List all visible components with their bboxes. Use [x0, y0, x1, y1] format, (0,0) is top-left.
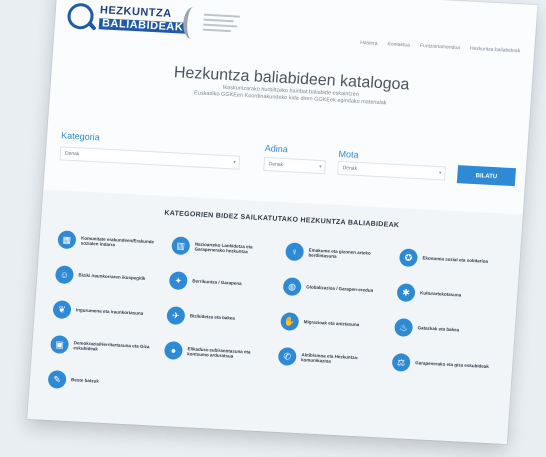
nav-how-it-works[interactable]: Funtzionamendua — [420, 43, 460, 51]
chevron-down-icon: ▾ — [232, 159, 236, 166]
category-label: Aktibismoa eta Hezkuntza-komunikazioa — [300, 351, 359, 364]
scales-icon: ⚖ — [391, 352, 411, 372]
category-label: Komunitate erakundeen/Erakunde sozialen … — [80, 235, 155, 248]
subject-label: Mota — [338, 148, 359, 160]
category-item[interactable]: ● Elikadura-subiranotasuna eta kontsumo a… — [163, 341, 265, 364]
search-button[interactable]: BILATU — [456, 165, 516, 187]
category-label: Ekonomia sozial eta solidarioa — [422, 255, 489, 265]
category-item[interactable]: ♨ Gatazkak eta bakea — [393, 318, 495, 341]
chevron-down-icon: ▾ — [318, 163, 322, 171]
categories-title: KATEGORIEN BIDEZ SAILKATUTAKO HEZKUNTZA … — [164, 209, 400, 230]
category-label: Bizikidetza eta bakea — [189, 313, 236, 321]
category-item[interactable]: ⚖ Garapenerako eta giza eskubideak — [391, 352, 493, 376]
category-label: Berrikuntza / Garapena — [192, 278, 242, 287]
category-item[interactable]: ❦ Ingurumena eta iraunkortasuna — [52, 300, 153, 323]
age-label: Adina — [264, 143, 289, 155]
category-select[interactable]: Denak ▾ — [59, 146, 241, 170]
globe-icon: ◍ — [282, 277, 302, 297]
category-item[interactable]: ▣ Demokrazia/Herritartasuna eta Giza esku… — [49, 335, 151, 358]
category-item[interactable]: ✦ Berrikuntza / Garapena — [168, 271, 270, 294]
logo-stripe — [203, 18, 234, 23]
category-select-value: Denak — [64, 150, 80, 158]
scroll-icon: ✎ — [47, 369, 67, 389]
subject-select-value: Denak — [342, 165, 358, 172]
category-label: Demokrazia/Herritartasuna eta Giza eskub… — [73, 339, 150, 352]
venus-icon: ♀ — [285, 242, 305, 262]
category-item[interactable]: ♀ Emakume eta gizonen arteko berdintasuna — [285, 242, 386, 265]
apple-icon: ● — [163, 341, 184, 360]
subject-select[interactable]: Denak ▾ — [337, 160, 446, 181]
fire-icon: ♨ — [393, 318, 414, 337]
bulb-icon: ✦ — [168, 271, 188, 291]
category-label: Ingurumena eta iraunkortasuna — [75, 307, 144, 317]
category-item[interactable]: ▦ Komunitate erakundeen/Erakunde sozialen… — [57, 230, 158, 253]
gear-icon: ✱ — [396, 283, 416, 303]
webpage-printout: HEZKUNTZA BALIABIDEAK Hasiera Kontaktua … — [27, 0, 538, 445]
categories-section: KATEGORIEN BIDEZ SAILKATUTAKO HEZKUNTZA … — [27, 189, 523, 445]
megaphone-icon: ✆ — [277, 347, 297, 366]
category-label: Elikadura-subiranotasuna eta kontsumo ar… — [187, 345, 251, 359]
category-label: Nazioarteko Lankidetza eta Garapenerako … — [194, 240, 253, 255]
category-label: Globalizazioa / Garapen-eredua — [306, 284, 374, 294]
category-label: Garapenerako eta giza eskubideak — [414, 360, 490, 370]
category-item[interactable]: ✪ Ekonomia sozial eta solidarioa — [398, 248, 500, 271]
leaf-icon: ❦ — [52, 300, 72, 320]
category-label: Kategoria — [60, 130, 101, 143]
nav-resources[interactable]: Hezkuntza baliabideak — [470, 46, 521, 55]
logo-line2: BALIABIDEAK — [98, 17, 187, 34]
handshake-icon: ✋ — [280, 312, 300, 331]
logo-stripe — [203, 23, 238, 28]
bank-icon: ▥ — [171, 236, 191, 256]
category-item[interactable]: ☺ Biziki iraunkorraren ikuspegitik — [54, 265, 156, 288]
category-label: Biziki iraunkorraren ikuspegitik — [78, 272, 146, 282]
nav-home[interactable]: Hasiera — [360, 40, 378, 47]
magnifier-logo-icon — [66, 2, 95, 30]
chevron-down-icon: ▾ — [438, 170, 442, 177]
building-icon: ▦ — [57, 230, 77, 250]
main-nav: Hasiera Kontaktua Funtzionamendua Hezkun… — [360, 40, 520, 54]
category-label: Migrazioak eta aniztasuna — [303, 319, 360, 328]
category-item[interactable]: ✋ Migrazioak eta aniztasuna — [280, 312, 381, 335]
category-item[interactable]: ✎ Beste batzuk — [47, 369, 149, 393]
people-icon: ☺ — [54, 265, 75, 285]
age-select-value: Denak — [268, 161, 284, 169]
swoosh-icon — [182, 6, 203, 40]
category-item[interactable]: ✈ Bizikidetza eta bakea — [166, 306, 267, 329]
dove-icon: ✈ — [166, 306, 186, 326]
category-item[interactable]: ✆ Aktibismoa eta Hezkuntza-komunikazioa — [277, 347, 379, 370]
category-item[interactable]: ◍ Globalizazioa / Garapen-eredua — [282, 277, 384, 300]
category-label: Emakume eta gizonen arteko berdintasuna — [308, 246, 371, 259]
medal-icon: ✪ — [398, 248, 419, 268]
logo-stripe — [202, 28, 231, 33]
nav-contact[interactable]: Kontaktua — [387, 41, 410, 48]
age-select[interactable]: Denak ▾ — [263, 157, 327, 175]
category-item[interactable]: ▥ Nazioarteko Lankidetza eta Garapenerako… — [171, 236, 272, 259]
category-item[interactable]: ✱ Kulturartekotasuna — [396, 283, 497, 306]
logo-stripe — [203, 13, 240, 18]
category-label: Gatazkak eta bakea — [417, 325, 460, 333]
category-label: Kulturartekotasuna — [419, 290, 462, 298]
site-logo[interactable]: HEZKUNTZA BALIABIDEAK — [66, 2, 188, 35]
category-label: Beste batzuk — [70, 377, 100, 384]
logo-text: HEZKUNTZA BALIABIDEAK — [98, 4, 188, 34]
government-logo — [182, 3, 245, 46]
school-icon: ▣ — [49, 335, 70, 354]
